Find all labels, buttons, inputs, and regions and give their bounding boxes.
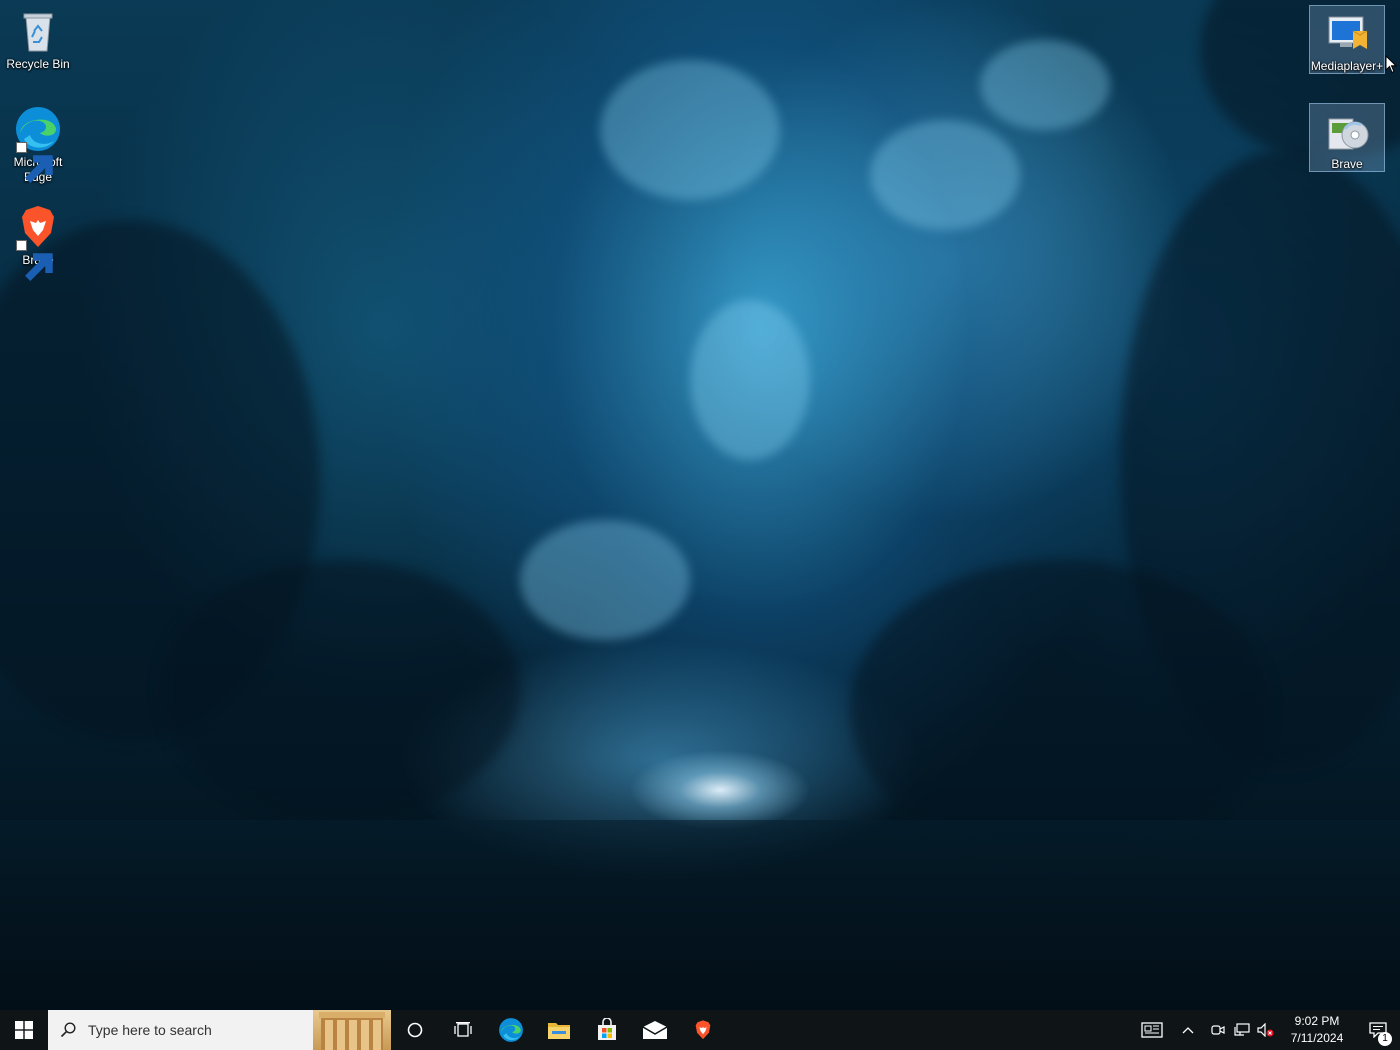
windows-logo-icon [15, 1021, 33, 1039]
taskbar-store-button[interactable] [583, 1010, 631, 1050]
notification-count-badge: 1 [1378, 1032, 1392, 1046]
volume-button[interactable] [1254, 1010, 1278, 1050]
taskbar-file-explorer-button[interactable] [535, 1010, 583, 1050]
shortcut-arrow-icon [16, 240, 53, 281]
start-button[interactable] [0, 1010, 48, 1050]
store-icon [598, 1018, 616, 1040]
search-placeholder: Type here to search [88, 1022, 212, 1038]
desktop-icon-mediaplayer[interactable]: Mediaplayer+ [1309, 5, 1385, 74]
search-highlight-image[interactable] [313, 1010, 391, 1050]
cortana-button[interactable] [391, 1010, 439, 1050]
news-button[interactable] [1134, 1010, 1170, 1050]
taskbar-search-box[interactable]: Type here to search [48, 1010, 391, 1050]
show-hidden-icons-button[interactable] [1170, 1010, 1206, 1050]
clock-time: 9:02 PM [1294, 1014, 1340, 1028]
action-center-button[interactable]: 1 [1356, 1010, 1400, 1050]
system-tray: 9:02 PM 7/11/2024 1 [1134, 1010, 1400, 1050]
installer-cd-icon [1323, 107, 1371, 155]
desktop-icon-brave[interactable]: Brave [0, 200, 76, 281]
desktop-icon-brave-installer[interactable]: Brave [1309, 103, 1385, 172]
network-icon [1234, 1023, 1250, 1036]
desktop-icon-label: Brave [1331, 157, 1363, 171]
taskbar-edge-button[interactable] [487, 1010, 535, 1050]
edge-icon [499, 1018, 523, 1042]
meet-now-button[interactable] [1206, 1010, 1230, 1050]
taskbar: Type here to search 9:02 PM 7/11/2024 1 [0, 1010, 1400, 1050]
brave-icon [695, 1020, 711, 1040]
task-view-button[interactable] [439, 1010, 487, 1050]
shortcut-arrow-icon [16, 142, 53, 183]
news-icon [1141, 1022, 1163, 1038]
mediaplayer-icon [1323, 9, 1371, 57]
mail-icon [642, 1021, 668, 1039]
volume-muted-icon [1257, 1023, 1274, 1037]
desktop-icon-label: Mediaplayer+ [1310, 59, 1384, 73]
network-button[interactable] [1230, 1010, 1254, 1050]
recycle-bin-icon [14, 7, 62, 55]
taskbar-mail-button[interactable] [631, 1010, 679, 1050]
file-explorer-icon [548, 1023, 570, 1039]
taskbar-brave-button[interactable] [679, 1010, 727, 1050]
chevron-up-icon [1182, 1027, 1194, 1034]
mouse-cursor-icon [1385, 55, 1397, 74]
task-view-icon [454, 1022, 472, 1037]
desktop-icon-recycle-bin[interactable]: Recycle Bin [0, 4, 76, 72]
edge-icon [14, 105, 62, 183]
meet-now-icon [1211, 1025, 1225, 1035]
taskbar-clock[interactable]: 9:02 PM 7/11/2024 [1278, 1013, 1356, 1047]
cortana-icon [407, 1022, 423, 1038]
desktop-wallpaper [0, 0, 1400, 1010]
clock-date: 7/11/2024 [1290, 1031, 1344, 1045]
search-icon [48, 1022, 88, 1038]
desktop-icon-label: Recycle Bin [6, 57, 70, 71]
desktop-icon-microsoft-edge[interactable]: Microsoft Edge [0, 102, 76, 185]
brave-icon [14, 203, 62, 281]
